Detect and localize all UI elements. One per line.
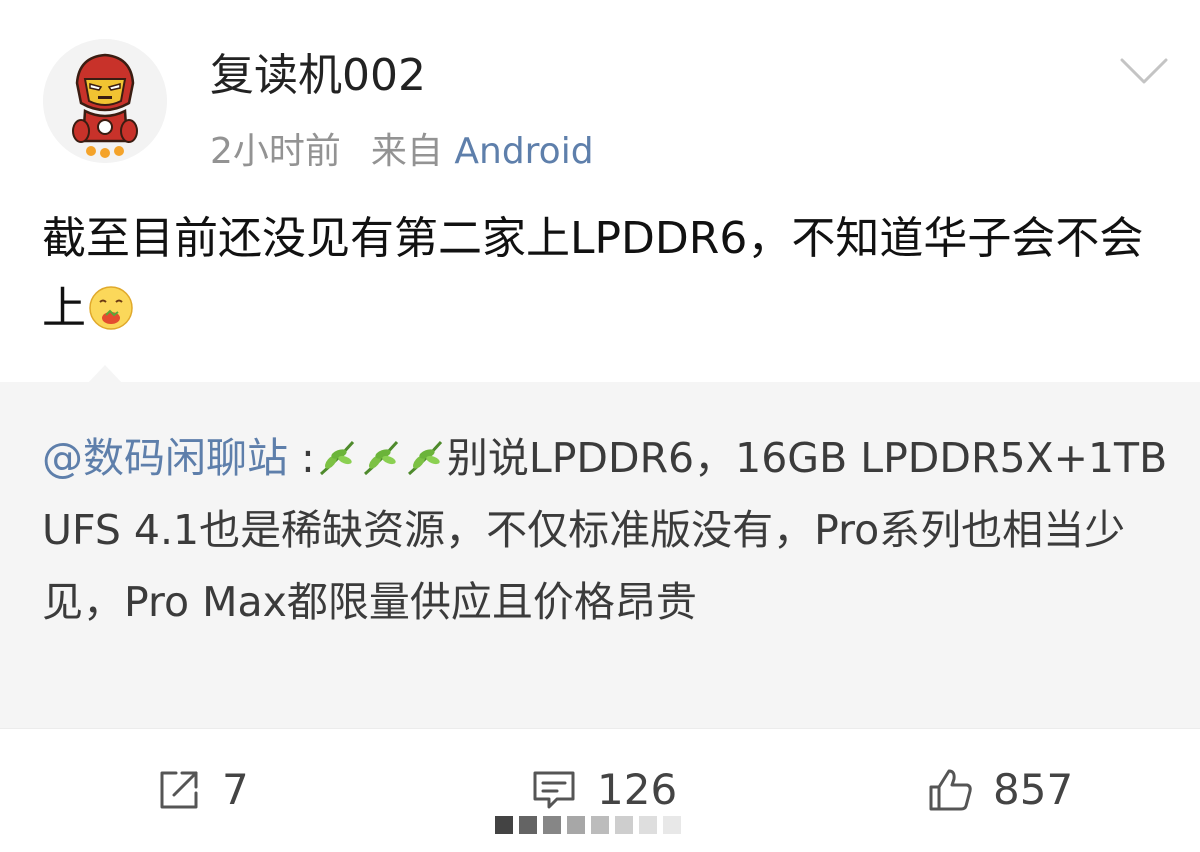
repost-text: @数码闲聊站 : 别说LPDDR6，16GB LPDDR5X+1TB UFS 4.…: [42, 422, 1172, 638]
like-button[interactable]: 857: [925, 762, 1073, 818]
chevron-down-icon[interactable]: [1118, 54, 1170, 88]
comment-icon: [533, 771, 575, 809]
repost-mention[interactable]: @数码闲聊站: [42, 434, 288, 482]
share-count: 7: [222, 765, 249, 814]
eating-emoji-icon: [89, 286, 133, 330]
post-source[interactable]: Android: [454, 131, 593, 172]
repost-notch: [88, 365, 122, 383]
username[interactable]: 复读机002: [210, 48, 426, 104]
post-text: 截至目前还没见有第二家上LPDDR6，不知道华子会不会上: [42, 204, 1172, 344]
watermark-logo: [495, 816, 681, 834]
thumbs-up-icon: [929, 769, 972, 811]
source-prefix: 来自: [370, 131, 443, 172]
post-text-body: 截至目前还没见有第二家上LPDDR6，不知道华子会不会上: [42, 213, 1144, 334]
repost-colon: :: [288, 434, 315, 482]
post-meta: 2小时前 来自 Android: [210, 128, 594, 176]
like-count: 857: [993, 765, 1074, 814]
repost-block[interactable]: @数码闲聊站 : 别说LPDDR6，16GB LPDDR5X+1TB UFS 4.…: [0, 365, 1200, 728]
avatar[interactable]: [43, 39, 167, 163]
share-icon: [160, 771, 198, 809]
iron-man-avatar-icon: [43, 39, 167, 163]
herb-emoji-icon: [363, 441, 398, 476]
share-button[interactable]: 7: [154, 762, 249, 818]
post-time: 2小时前: [210, 131, 341, 172]
herb-emoji-icon: [319, 441, 354, 476]
herb-emoji-icon: [407, 441, 442, 476]
